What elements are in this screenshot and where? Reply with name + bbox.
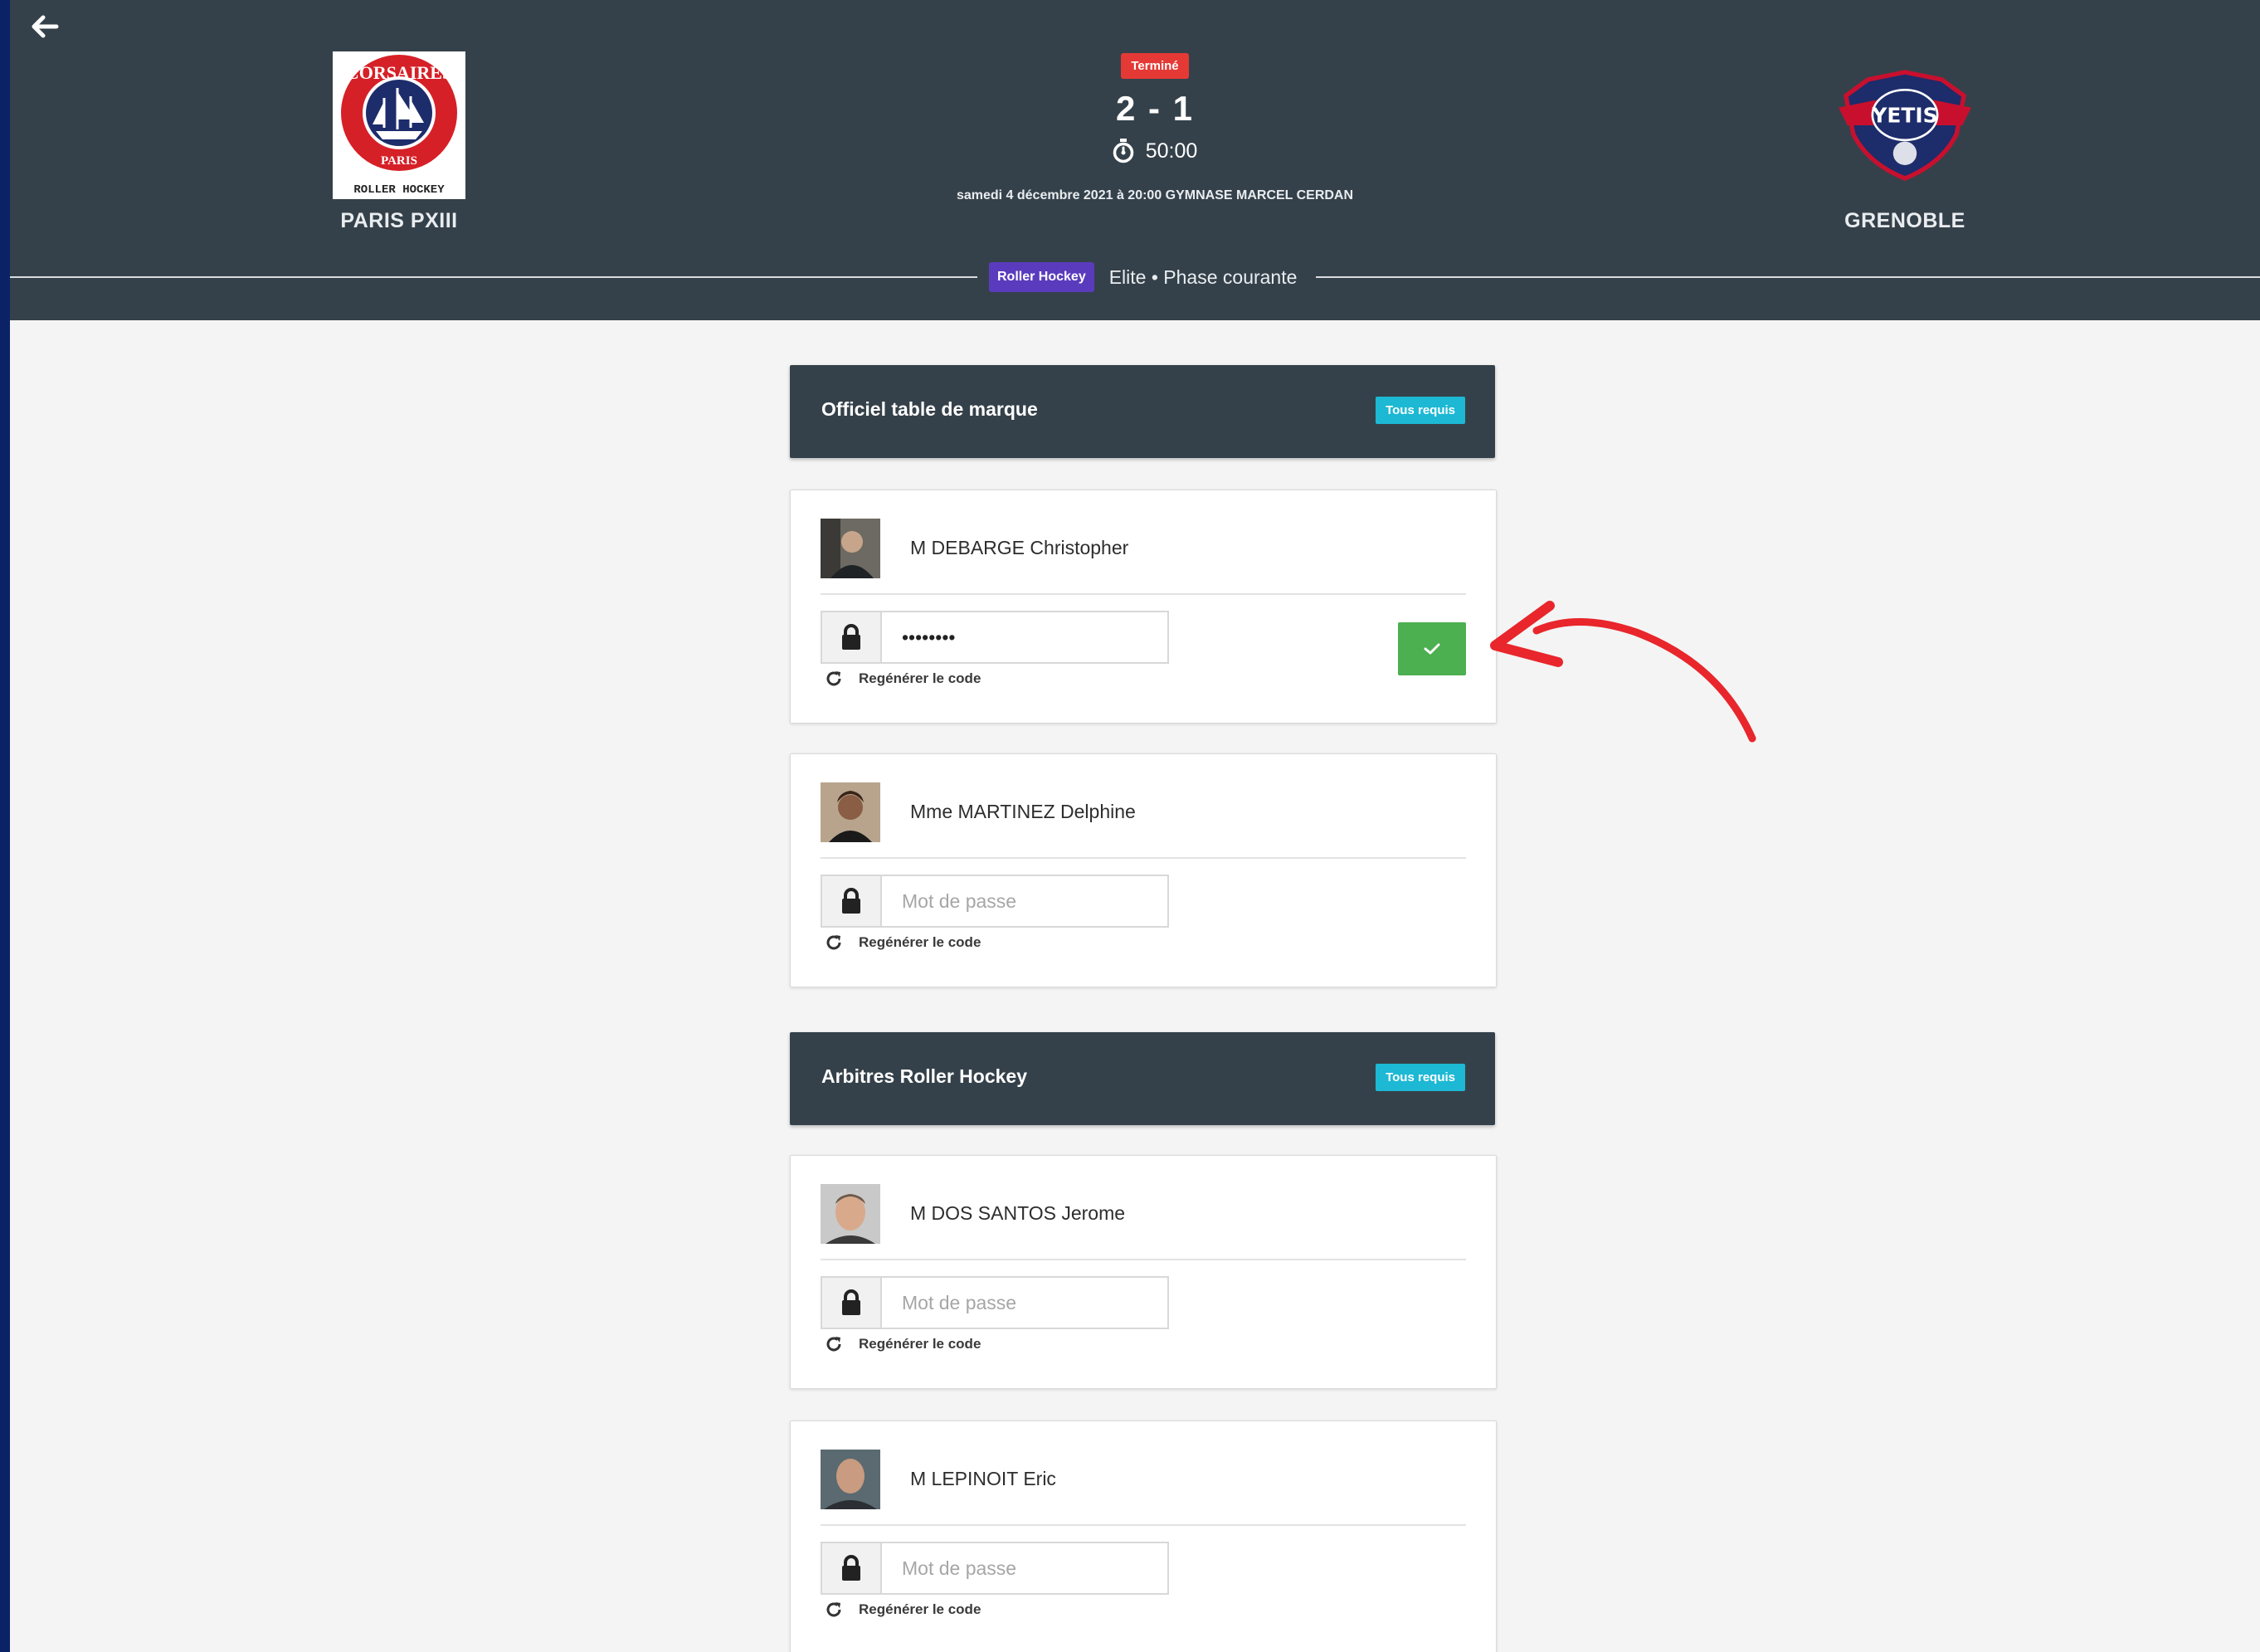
home-team: CORSAIRES PARIS ROLLER HOCKEY PARIS PXII… <box>266 51 532 233</box>
refresh-icon <box>826 671 841 686</box>
person-card: Mme MARTINEZ Delphine Regénérer le code <box>790 753 1497 987</box>
sport-badge: Roller Hockey <box>989 262 1094 292</box>
away-team: YETIS GRENOBLE <box>1772 51 2038 233</box>
stopwatch-icon <box>1113 139 1133 163</box>
arrow-left-icon <box>32 15 59 38</box>
match-info: Terminé 2 - 1 50:00 samedi 4 décembre 20… <box>865 53 1445 203</box>
regenerate-code-link[interactable]: Regénérer le code <box>824 1600 981 1620</box>
password-input[interactable] <box>882 612 1167 662</box>
status-badge: Terminé <box>1121 53 1189 79</box>
lock-icon <box>822 1543 882 1593</box>
regenerate-code-label: Regénérer le code <box>859 1336 981 1352</box>
match-header: CORSAIRES PARIS ROLLER HOCKEY PARIS PXII… <box>10 0 2260 320</box>
refresh-icon <box>826 935 841 950</box>
person-name: M LEPINOIT Eric <box>910 1468 1056 1489</box>
match-time-value: 50:00 <box>1145 139 1198 163</box>
home-team-logo: CORSAIRES PARIS ROLLER HOCKEY <box>333 51 465 199</box>
password-input[interactable] <box>882 1278 1167 1328</box>
regenerate-code-link[interactable]: Regénérer le code <box>824 933 981 953</box>
svg-text:ROLLER HOCKEY: ROLLER HOCKEY <box>353 183 445 197</box>
regenerate-code-link[interactable]: Regénérer le code <box>824 669 981 689</box>
section-title: Arbitres Roller Hockey <box>821 1065 1027 1087</box>
svg-text:YETIS: YETIS <box>1871 103 1937 127</box>
svg-text:PARIS: PARIS <box>381 154 417 168</box>
password-field <box>821 1276 1169 1329</box>
divider <box>821 857 1466 859</box>
person-name: Mme MARTINEZ Delphine <box>910 801 1136 822</box>
away-team-name: GRENOBLE <box>1844 209 1965 232</box>
lock-icon <box>822 876 882 926</box>
section-title: Officiel table de marque <box>821 398 1038 420</box>
annotation-arrow-icon <box>1490 601 1756 743</box>
section-header-referees: Arbitres Roller Hockey Tous requis <box>790 1032 1495 1125</box>
avatar <box>821 519 880 578</box>
header-divider-left <box>10 276 977 278</box>
person-card: M DOS SANTOS Jerome Regénérer le code <box>790 1155 1497 1389</box>
avatar <box>821 782 880 842</box>
regenerate-code-link[interactable]: Regénérer le code <box>824 1334 981 1354</box>
person-name: M DEBARGE Christopher <box>910 537 1129 558</box>
person-name: M DOS SANTOS Jerome <box>910 1202 1126 1224</box>
required-badge: Tous requis <box>1376 397 1465 424</box>
match-time: 50:00 <box>865 139 1445 163</box>
regenerate-code-label: Regénérer le code <box>859 670 981 686</box>
regenerate-code-label: Regénérer le code <box>859 1601 981 1617</box>
password-input[interactable] <box>882 1543 1167 1593</box>
password-field <box>821 611 1169 664</box>
match-date-venue: samedi 4 décembre 2021 à 20:00 GYMNASE M… <box>956 188 1354 202</box>
home-team-name: PARIS PXIII <box>340 209 458 232</box>
lock-icon <box>822 612 882 662</box>
person-card: M LEPINOIT Eric Regénérer le code <box>790 1421 1497 1652</box>
required-badge: Tous requis <box>1376 1064 1465 1091</box>
refresh-icon <box>826 1602 841 1617</box>
divider <box>821 1259 1466 1260</box>
confirm-button[interactable] <box>1398 622 1466 675</box>
person-card: M DEBARGE Christopher Regénérer le code <box>790 490 1497 724</box>
password-field <box>821 875 1169 928</box>
divider <box>821 1524 1466 1526</box>
check-icon <box>1424 643 1440 655</box>
away-team-logo: YETIS <box>1839 51 1971 199</box>
score: 2 - 1 <box>1115 89 1195 128</box>
refresh-icon <box>826 1337 841 1352</box>
lock-icon <box>822 1278 882 1328</box>
header-divider-right <box>1316 276 2260 278</box>
avatar <box>821 1184 880 1244</box>
svg-text:CORSAIRES: CORSAIRES <box>346 62 452 83</box>
avatar <box>821 1450 880 1509</box>
divider <box>821 593 1466 595</box>
competition-label: Elite • Phase courante <box>1108 266 1298 288</box>
password-field <box>821 1542 1169 1595</box>
app-window: CORSAIRES PARIS ROLLER HOCKEY PARIS PXII… <box>10 0 2260 1652</box>
section-header-officials: Officiel table de marque Tous requis <box>790 365 1495 458</box>
regenerate-code-label: Regénérer le code <box>859 934 981 950</box>
competition-row: Roller Hockey Elite • Phase courante <box>989 261 1297 294</box>
back-button[interactable] <box>28 10 70 43</box>
password-input[interactable] <box>882 876 1167 926</box>
